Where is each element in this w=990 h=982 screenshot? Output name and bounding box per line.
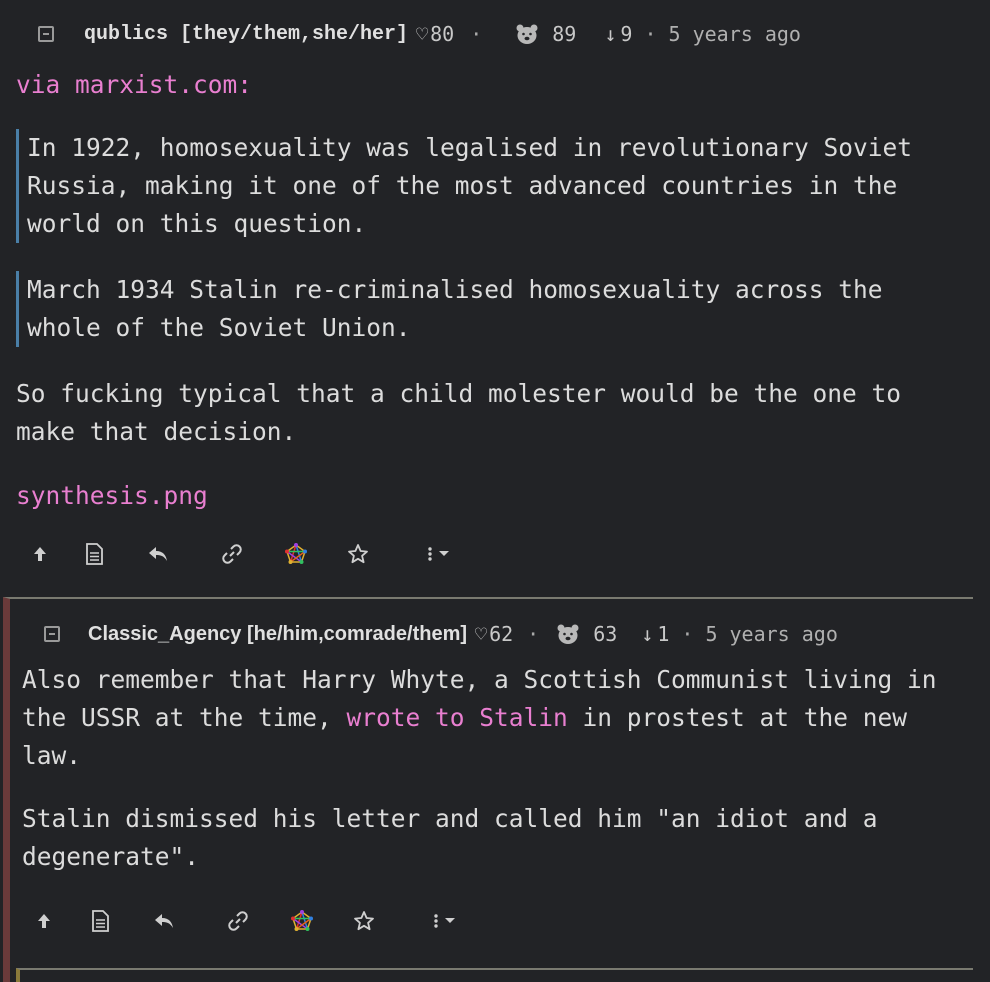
collapse-icon[interactable] bbox=[38, 26, 54, 42]
comment-actions bbox=[22, 894, 973, 948]
downvote-count: 9 bbox=[620, 22, 633, 46]
comment-header: Classic_Agency [he/him,comrade/them] ♡ 6… bbox=[22, 615, 973, 653]
score: 62 bbox=[489, 622, 514, 646]
image-paragraph: synthesis.png bbox=[16, 477, 970, 515]
source-document-icon[interactable] bbox=[82, 542, 106, 566]
downvote-icon: ↓ bbox=[641, 622, 654, 646]
bear-score: 63 bbox=[593, 622, 618, 646]
comment-paragraph: So fucking typical that a child molester… bbox=[16, 379, 902, 446]
fediverse-icon[interactable] bbox=[284, 542, 308, 566]
score: 80 bbox=[430, 22, 455, 46]
bear-icon bbox=[557, 623, 579, 645]
collapse-icon[interactable] bbox=[44, 626, 60, 642]
star-icon[interactable] bbox=[352, 909, 376, 933]
upvote-arrow-icon[interactable] bbox=[32, 909, 56, 933]
quote-text: In 1922, homosexuality was legalised in … bbox=[27, 133, 913, 238]
comment-paragraph: Stalin dismissed his letter and called h… bbox=[22, 804, 878, 871]
intro-text: via bbox=[16, 70, 76, 99]
heart-icon: ♡ bbox=[416, 22, 429, 46]
timestamp[interactable]: 5 years ago bbox=[705, 622, 837, 646]
separator: · bbox=[470, 22, 483, 46]
letter-link[interactable]: wrote to Stalin bbox=[347, 703, 568, 732]
separator: · bbox=[527, 622, 540, 646]
separator: · bbox=[644, 22, 657, 46]
comment-header: qublics [they/them,she/her] ♡ 80 · 89 ↓ … bbox=[16, 16, 990, 52]
comment-body: Also remember that Harry Whyte, a Scotti… bbox=[22, 661, 973, 876]
downvote-icon: ↓ bbox=[604, 22, 617, 46]
username-link[interactable]: Classic_Agency [he/him,comrade/them] bbox=[88, 623, 467, 646]
heart-icon: ♡ bbox=[475, 622, 488, 646]
timestamp[interactable]: 5 years ago bbox=[668, 22, 800, 46]
link-icon[interactable] bbox=[226, 909, 250, 933]
nested-comment: Classic_Agency [he/him,comrade/them] ♡ 6… bbox=[3, 597, 973, 982]
username-link[interactable]: qublics [they/them,she/her] bbox=[84, 23, 408, 46]
star-icon[interactable] bbox=[346, 542, 370, 566]
source-document-icon[interactable] bbox=[88, 909, 112, 933]
bear-score: 89 bbox=[552, 22, 577, 46]
more-menu-icon[interactable] bbox=[422, 542, 458, 566]
blockquote: In 1922, homosexuality was legalised in … bbox=[16, 129, 970, 243]
nested-comment-partial bbox=[16, 968, 973, 982]
comment-body: via marxist.com: In 1922, homosexuality … bbox=[16, 66, 990, 515]
more-menu-icon[interactable] bbox=[428, 909, 464, 933]
reply-icon[interactable] bbox=[152, 909, 176, 933]
upvote-arrow-icon[interactable] bbox=[28, 542, 52, 566]
comment-actions bbox=[16, 527, 990, 581]
comment-paragraph: Also remember that Harry Whyte, a Scotti… bbox=[22, 661, 965, 775]
quote-text: March 1934 Stalin re-criminalised homose… bbox=[27, 275, 883, 342]
bear-icon bbox=[516, 23, 538, 45]
comment: qublics [they/them,she/her] ♡ 80 · 89 ↓ … bbox=[0, 0, 990, 581]
separator: · bbox=[681, 622, 694, 646]
reply-icon[interactable] bbox=[146, 542, 170, 566]
fediverse-icon[interactable] bbox=[290, 909, 314, 933]
image-link[interactable]: synthesis.png bbox=[16, 481, 208, 510]
downvote-count: 1 bbox=[657, 622, 670, 646]
source-link[interactable]: marxist.com: bbox=[75, 70, 252, 99]
intro-paragraph: via marxist.com: bbox=[16, 66, 970, 104]
blockquote: March 1934 Stalin re-criminalised homose… bbox=[16, 271, 970, 347]
link-icon[interactable] bbox=[220, 542, 244, 566]
